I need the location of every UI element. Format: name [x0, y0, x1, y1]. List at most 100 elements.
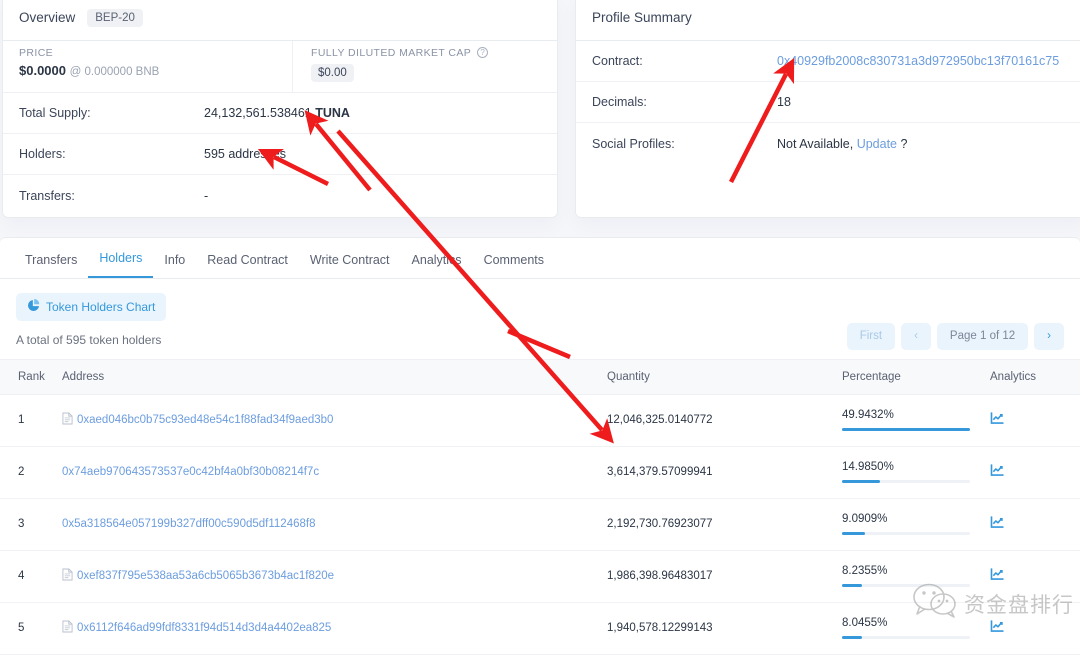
- analytics-icon[interactable]: [990, 516, 1005, 533]
- social-profiles-value: Not Available,: [777, 136, 854, 151]
- social-profiles-value-wrap: Not Available, Update ?: [777, 137, 907, 151]
- token-holders-chart-button[interactable]: Token Holders Chart: [16, 293, 167, 321]
- holder-address-link[interactable]: 0xef837f795e538aa53a6cb5065b3673b4ac1f82…: [77, 570, 334, 582]
- contract-file-icon: [62, 568, 73, 584]
- decimals-label: Decimals:: [592, 95, 647, 109]
- pagination: First ‹ Page 1 of 12 ›: [846, 323, 1064, 350]
- tab-comments[interactable]: Comments: [473, 253, 555, 278]
- cell-rank: 3: [0, 498, 62, 551]
- overview-card: Overview BEP-20 PRICE $0.0000 @ 0.000000…: [2, 0, 558, 218]
- price-label: PRICE: [19, 47, 54, 59]
- profile-card-header: Profile Summary: [576, 0, 1080, 41]
- tab-holders[interactable]: Holders: [88, 251, 154, 278]
- tab-info[interactable]: Info: [153, 253, 196, 278]
- price-block: PRICE $0.0000 @ 0.000000 BNB: [3, 41, 292, 92]
- pagination-page-status: Page 1 of 12: [936, 323, 1029, 350]
- fdmc-block: FULLY DILUTED MARKET CAP ? $0.00: [292, 41, 557, 92]
- percentage-text: 49.9432%: [842, 409, 894, 421]
- percentage-bar-track: [842, 480, 970, 483]
- tab-write-contract[interactable]: Write Contract: [299, 253, 401, 278]
- cell-address: 0x6112f646ad99fdf8331f94d514d3d4a4402ea8…: [62, 602, 607, 655]
- tab-analytics[interactable]: Analytics: [401, 253, 473, 278]
- table-row: 2 0x74aeb970643573537e0c42bf4a0bf30b08214…: [0, 446, 1080, 499]
- analytics-icon[interactable]: [990, 620, 1005, 637]
- analytics-icon[interactable]: [990, 568, 1005, 585]
- holders-row: Holders: 595 addresses: [3, 134, 557, 175]
- fdmc-value: $0.00: [311, 64, 354, 82]
- cell-address: 0xaed046bc0b75c93ed48e54c1f88fad34f9aed3…: [62, 394, 607, 447]
- table-row: 1 0xaed046bc0b75c93ed48e54c1f88fad34f9aed…: [0, 394, 1080, 447]
- contract-address-link[interactable]: 0x40929fb2008c830731a3d972950bc13f70161c…: [777, 54, 1059, 68]
- analytics-icon[interactable]: [990, 412, 1005, 429]
- cell-analytics: [990, 550, 1080, 603]
- price-value-wrap: $0.0000 @ 0.000000 BNB: [19, 63, 276, 78]
- cell-address: 0x5a318564e057199b327dff00c590d5df112468…: [62, 498, 607, 551]
- transfers-label: Transfers:: [19, 188, 75, 203]
- holders-panel: Transfers Holders Info Read Contract Wri…: [0, 237, 1080, 662]
- cell-analytics: [990, 654, 1080, 662]
- holder-address-link[interactable]: 0xaed046bc0b75c93ed48e54c1f88fad34f9aed3…: [77, 414, 333, 426]
- percentage-text: 8.2355%: [842, 565, 888, 577]
- cell-percentage: 9.0909%: [842, 498, 990, 551]
- social-profiles-row: Social Profiles: Not Available, Update ?: [576, 123, 1080, 164]
- pagination-prev-button[interactable]: ‹: [901, 323, 931, 350]
- price-row: PRICE $0.0000 @ 0.000000 BNB FULLY DILUT…: [3, 41, 557, 93]
- tab-transfers[interactable]: Transfers: [14, 253, 88, 278]
- cell-percentage: 8.2355%: [842, 550, 990, 603]
- contract-file-icon: [62, 620, 73, 636]
- price-bnb-value: @ 0.000000 BNB: [69, 66, 160, 78]
- percentage-bar-track: [842, 428, 970, 431]
- column-header-quantity: Quantity: [607, 359, 842, 395]
- holder-address-link[interactable]: 0x74aeb970643573537e0c42bf4a0bf30b08214f…: [62, 466, 319, 478]
- cell-percentage: 49.9432%: [842, 394, 990, 447]
- fdmc-label-wrap: FULLY DILUTED MARKET CAP ?: [311, 47, 541, 59]
- table-header-row: Rank Address Quantity Percentage Analyti…: [0, 359, 1080, 395]
- cell-address: 0xef837f795e538aa53a6cb5065b3673b4ac1f82…: [62, 550, 607, 603]
- decimals-value: 18: [777, 95, 791, 109]
- cell-address: 0x526016500f197d58d8d2a21e05957d362f07d7…: [62, 654, 607, 662]
- holders-value: 595 addresses: [204, 147, 287, 161]
- token-holders-chart-label: Token Holders Chart: [46, 300, 156, 314]
- table-row: 60x526016500f197d58d8d2a21e05957d362f07d…: [0, 654, 1080, 662]
- contract-row: Contract: 0x40929fb2008c830731a3d972950b…: [576, 41, 1080, 82]
- social-profiles-label: Social Profiles:: [592, 136, 675, 151]
- cell-quantity: 503,977.604494095: [607, 654, 842, 662]
- cell-rank: 1: [0, 394, 62, 447]
- holder-address-link[interactable]: 0x6112f646ad99fdf8331f94d514d3d4a4402ea8…: [77, 622, 331, 634]
- pagination-first-button[interactable]: First: [846, 323, 896, 350]
- fdmc-label: FULLY DILUTED MARKET CAP: [311, 47, 471, 59]
- cell-quantity: 1,940,578.12299143: [607, 602, 842, 655]
- transfers-value: -: [204, 188, 209, 203]
- cell-percentage: 8.0455%: [842, 602, 990, 655]
- column-header-rank: Rank: [0, 359, 62, 395]
- cell-percentage: 14.9850%: [842, 446, 990, 499]
- decimals-row: Decimals: 18: [576, 82, 1080, 123]
- contract-label: Contract:: [592, 54, 643, 68]
- percentage-wrap: 14.9850%: [842, 461, 970, 483]
- total-supply-amount: 24,132,561.538461: [204, 106, 312, 120]
- cell-quantity: 1,986,398.96483017: [607, 550, 842, 603]
- cell-address: 0x74aeb970643573537e0c42bf4a0bf30b08214f…: [62, 446, 607, 499]
- pagination-next-button[interactable]: ›: [1034, 323, 1064, 350]
- percentage-bar-track: [842, 636, 970, 639]
- percentage-wrap: 8.0455%: [842, 617, 970, 639]
- percentage-wrap: 8.2355%: [842, 565, 970, 587]
- tab-bar: Transfers Holders Info Read Contract Wri…: [0, 238, 1080, 279]
- help-icon[interactable]: ?: [477, 47, 489, 58]
- percentage-wrap: 9.0909%: [842, 513, 970, 535]
- percentage-bar-fill: [842, 428, 970, 431]
- cell-quantity: 12,046,325.0140772: [607, 394, 842, 447]
- holder-address-link[interactable]: 0x5a318564e057199b327dff00c590d5df112468…: [62, 518, 315, 530]
- column-header-analytics: Analytics: [990, 359, 1080, 395]
- cell-quantity: 3,614,379.57099941: [607, 446, 842, 499]
- contract-file-icon: [62, 412, 73, 428]
- cell-analytics: [990, 602, 1080, 655]
- percentage-bar-fill: [842, 636, 863, 639]
- percentage-bar-fill: [842, 480, 881, 483]
- analytics-icon[interactable]: [990, 464, 1005, 481]
- update-link[interactable]: Update: [857, 137, 897, 151]
- percentage-wrap: 49.9432%: [842, 409, 970, 431]
- tab-read-contract[interactable]: Read Contract: [196, 253, 299, 278]
- social-help-mark: ?: [900, 136, 908, 151]
- cell-rank: 4: [0, 550, 62, 603]
